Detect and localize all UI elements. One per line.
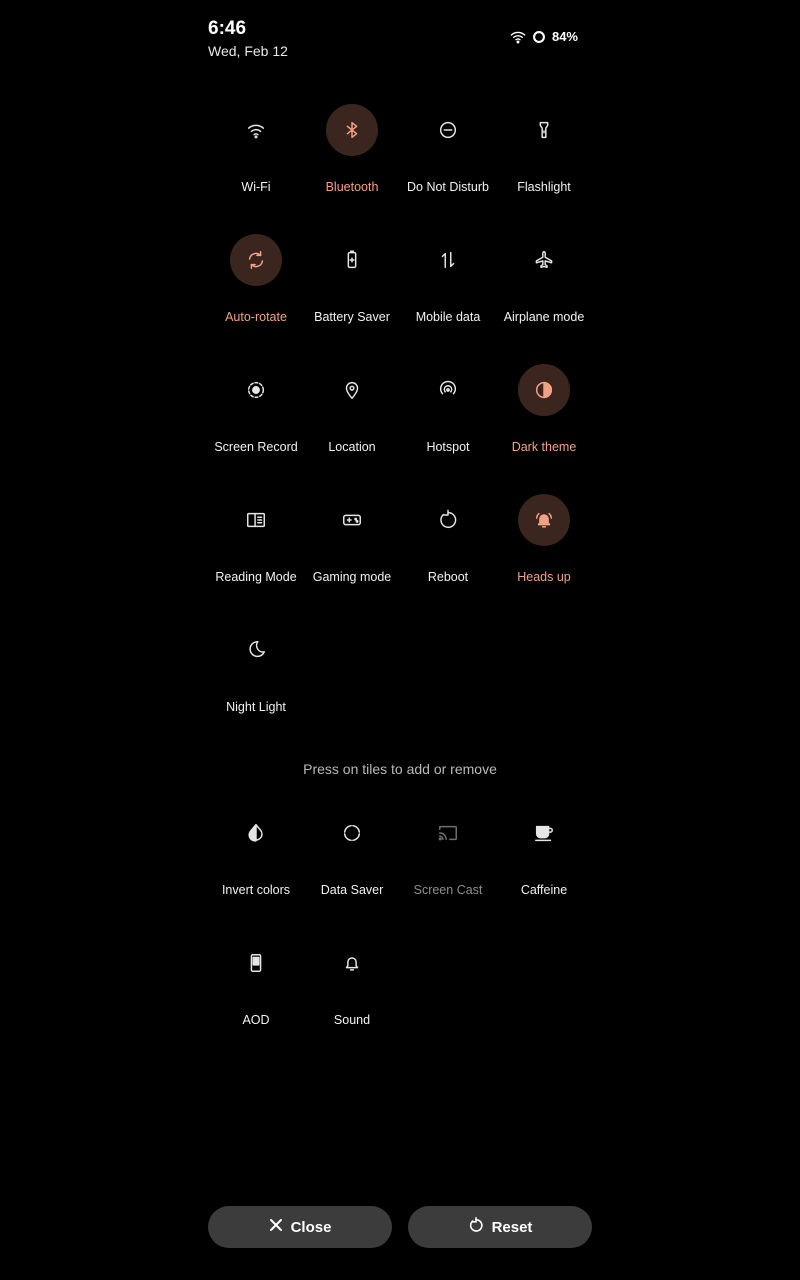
auto-rotate-icon <box>230 234 282 286</box>
tile-label: Gaming mode <box>312 570 392 584</box>
status-bar: 6:46 Wed, Feb 12 84% <box>208 18 592 68</box>
tile-label: AOD <box>242 1013 270 1027</box>
tile-label: Screen Record <box>214 440 298 454</box>
tile-sound[interactable]: Sound <box>304 937 400 1047</box>
tile-label: Mobile data <box>415 310 481 324</box>
tile-label: Auto-rotate <box>225 310 287 324</box>
tile-label: Reading Mode <box>215 570 297 584</box>
battery-saver-icon <box>326 234 378 286</box>
dark-theme-icon <box>518 364 570 416</box>
tile-battery-saver[interactable]: Battery Saver <box>304 234 400 344</box>
close-button[interactable]: Close <box>208 1206 392 1248</box>
battery-percent: 84% <box>551 29 578 44</box>
wifi-icon <box>230 104 282 156</box>
tile-do-not-disturb[interactable]: Do Not Disturb <box>400 104 496 214</box>
tile-label: Do Not Disturb <box>407 180 489 194</box>
date: Wed, Feb 12 <box>208 43 288 59</box>
clock: 6:46 <box>208 18 247 39</box>
tile-invert-colors[interactable]: Invert colors <box>208 807 304 917</box>
tile-label: Night Light <box>226 700 286 714</box>
heads-up-icon <box>518 494 570 546</box>
reset-icon <box>468 1217 484 1237</box>
wifi-signal-icon <box>510 30 526 44</box>
tile-flashlight[interactable]: Flashlight <box>496 104 592 214</box>
gaming-mode-icon <box>326 494 378 546</box>
hotspot-icon <box>422 364 474 416</box>
do-not-disturb-icon <box>422 104 474 156</box>
sound-icon <box>326 937 378 989</box>
reset-label: Reset <box>491 1218 533 1236</box>
tile-label: Data Saver <box>320 883 384 897</box>
tile-screen-cast[interactable]: Screen Cast <box>400 807 496 917</box>
tile-aod[interactable]: AOD <box>208 937 304 1047</box>
system-icons: 84% <box>510 29 578 44</box>
tile-dark-theme[interactable]: Dark theme <box>496 364 592 474</box>
flashlight-icon <box>518 104 570 156</box>
tile-label: Hotspot <box>426 440 470 454</box>
tile-label: Caffeine <box>520 883 568 897</box>
tile-label: Heads up <box>517 570 571 584</box>
tile-label: Battery Saver <box>314 310 390 324</box>
tile-caffeine[interactable]: Caffeine <box>496 807 592 917</box>
close-icon <box>269 1218 283 1236</box>
location-icon <box>326 364 378 416</box>
tile-reboot[interactable]: Reboot <box>400 494 496 604</box>
battery-icon <box>532 30 546 44</box>
caffeine-icon <box>518 807 570 859</box>
tile-gaming-mode[interactable]: Gaming mode <box>304 494 400 604</box>
reset-button[interactable]: Reset <box>408 1206 592 1248</box>
tile-airplane-mode[interactable]: Airplane mode <box>496 234 592 344</box>
tile-night-light[interactable]: Night Light <box>208 624 304 734</box>
airplane-icon <box>518 234 570 286</box>
tile-label: Dark theme <box>511 440 577 454</box>
tile-data-saver[interactable]: Data Saver <box>304 807 400 917</box>
invert-colors-icon <box>230 807 282 859</box>
tile-location[interactable]: Location <box>304 364 400 474</box>
tile-label: Sound <box>333 1013 371 1027</box>
tile-heads-up[interactable]: Heads up <box>496 494 592 604</box>
bluetooth-icon <box>326 104 378 156</box>
tile-screen-record[interactable]: Screen Record <box>208 364 304 474</box>
tile-label: Flashlight <box>517 180 571 194</box>
tile-auto-rotate[interactable]: Auto-rotate <box>208 234 304 344</box>
night-light-icon <box>230 624 282 676</box>
tile-label: Bluetooth <box>325 180 379 194</box>
edit-hint: Press on tiles to add or remove <box>303 761 497 777</box>
tile-label: Reboot <box>427 570 469 584</box>
data-saver-icon <box>326 807 378 859</box>
tile-label: Airplane mode <box>503 310 585 324</box>
reboot-icon <box>422 494 474 546</box>
tile-wi-fi[interactable]: Wi-Fi <box>208 104 304 214</box>
tile-label: Screen Cast <box>413 883 483 897</box>
aod-icon <box>230 937 282 989</box>
tile-label: Wi-Fi <box>241 180 271 194</box>
tile-label: Location <box>328 440 376 454</box>
tile-bluetooth[interactable]: Bluetooth <box>304 104 400 214</box>
tile-label: Invert colors <box>221 883 291 897</box>
screen-record-icon <box>230 364 282 416</box>
screen-cast-icon <box>422 807 474 859</box>
tile-reading-mode[interactable]: Reading Mode <box>208 494 304 604</box>
reading-mode-icon <box>230 494 282 546</box>
mobile-data-icon <box>422 234 474 286</box>
tile-mobile-data[interactable]: Mobile data <box>400 234 496 344</box>
tile-hotspot[interactable]: Hotspot <box>400 364 496 474</box>
close-label: Close <box>290 1218 332 1236</box>
